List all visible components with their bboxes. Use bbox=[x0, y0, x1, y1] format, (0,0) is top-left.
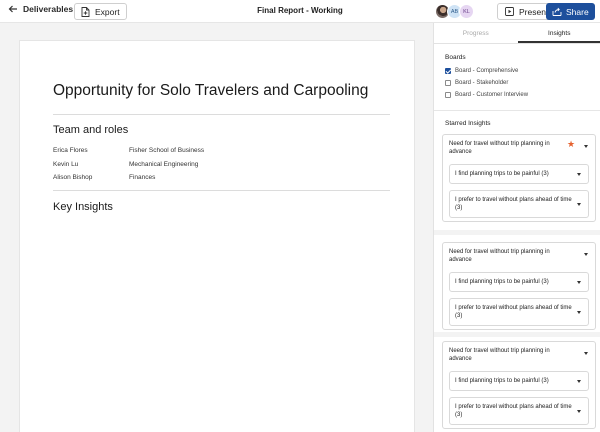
insight-item-text: I prefer to travel without plans ahead o… bbox=[455, 404, 572, 418]
report-title[interactable]: Opportunity for Solo Travelers and Carpo… bbox=[53, 82, 368, 100]
divider bbox=[434, 230, 600, 235]
export-label: Export bbox=[95, 6, 120, 17]
share-button[interactable]: Share bbox=[546, 3, 595, 20]
member-name[interactable]: Erica Flores bbox=[53, 147, 129, 154]
share-icon bbox=[552, 7, 562, 16]
insight-title[interactable]: Need for travel without trip planning in… bbox=[449, 248, 567, 264]
top-bar: Deliverables Export Final Report - Worki… bbox=[0, 0, 600, 23]
insight-item[interactable]: I find planning trips to be painful (3) bbox=[449, 272, 589, 292]
present-icon bbox=[505, 7, 514, 16]
insight-item-text: I prefer to travel without plans ahead o… bbox=[455, 305, 572, 319]
arrow-left-icon bbox=[8, 5, 17, 13]
member-role[interactable]: Mechanical Engineering bbox=[129, 161, 198, 168]
panel-tabs: Progress Insights bbox=[434, 23, 600, 44]
avatar-kl[interactable]: KL bbox=[459, 4, 474, 19]
team-member-row: Alison Bishop Finances bbox=[53, 171, 204, 185]
divider bbox=[53, 190, 390, 191]
member-role[interactable]: Fisher School of Business bbox=[129, 147, 204, 154]
insight-item-text: I find planning trips to be painful (3) bbox=[455, 279, 549, 285]
chevron-down-icon[interactable] bbox=[584, 253, 588, 256]
starred-insights-label: Starred Insights bbox=[445, 120, 491, 127]
document-canvas: Opportunity for Solo Travelers and Carpo… bbox=[0, 23, 433, 432]
board-stakeholder-checkbox[interactable]: Board - Stakeholder bbox=[445, 80, 508, 86]
chevron-down-icon[interactable] bbox=[577, 379, 581, 383]
chevron-down-icon[interactable] bbox=[577, 280, 581, 284]
team-roles-table: Erica Flores Fisher School of Business K… bbox=[53, 144, 204, 185]
key-insights-heading[interactable]: Key Insights bbox=[53, 201, 113, 213]
export-button[interactable]: Export bbox=[74, 3, 127, 20]
share-label: Share bbox=[566, 6, 589, 17]
team-member-row: Erica Flores Fisher School of Business bbox=[53, 144, 204, 158]
insight-item[interactable]: I prefer to travel without plans ahead o… bbox=[449, 190, 589, 218]
board-comprehensive-checkbox[interactable]: Board - Comprehensive bbox=[445, 68, 518, 74]
board-label: Board - Customer Interview bbox=[455, 92, 529, 98]
checkbox-unchecked[interactable] bbox=[445, 92, 451, 98]
team-heading[interactable]: Team and roles bbox=[53, 124, 128, 136]
back-label: Deliverables bbox=[23, 4, 74, 14]
star-icon[interactable]: ★ bbox=[567, 139, 575, 150]
board-label: Board - Stakeholder bbox=[455, 80, 509, 86]
insight-item[interactable]: I prefer to travel without plans ahead o… bbox=[449, 397, 589, 425]
boards-label: Boards bbox=[445, 54, 466, 61]
insights-panel: Progress Insights Boards Board - Compreh… bbox=[433, 23, 600, 432]
team-member-row: Kevin Lu Mechanical Engineering bbox=[53, 158, 204, 172]
divider bbox=[434, 110, 600, 111]
chevron-down-icon[interactable] bbox=[577, 202, 581, 206]
chevron-down-icon[interactable] bbox=[577, 409, 581, 413]
divider bbox=[53, 114, 390, 115]
board-label: Board - Comprehensive bbox=[455, 68, 519, 74]
document-icon bbox=[81, 6, 90, 17]
report-page[interactable]: Opportunity for Solo Travelers and Carpo… bbox=[19, 40, 415, 432]
insight-card[interactable]: Need for travel without trip planning in… bbox=[442, 134, 596, 222]
insight-item-text: I find planning trips to be painful (3) bbox=[455, 171, 549, 177]
checkbox-unchecked[interactable] bbox=[445, 80, 451, 86]
chevron-down-icon[interactable] bbox=[577, 310, 581, 314]
member-role[interactable]: Finances bbox=[129, 174, 155, 181]
divider bbox=[434, 332, 600, 337]
insight-card[interactable]: Need for travel without trip planning in… bbox=[442, 242, 596, 330]
back-to-deliverables-link[interactable]: Deliverables bbox=[8, 4, 73, 14]
insight-item[interactable]: I find planning trips to be painful (3) bbox=[449, 371, 589, 391]
insight-item[interactable]: I find planning trips to be painful (3) bbox=[449, 164, 589, 184]
insight-item-text: I find planning trips to be painful (3) bbox=[455, 378, 549, 384]
insight-title[interactable]: Need for travel without trip planning in… bbox=[449, 347, 567, 363]
board-customer-interview-checkbox[interactable]: Board - Customer Interview bbox=[445, 92, 528, 98]
tab-insights[interactable]: Insights bbox=[517, 23, 600, 43]
tab-progress[interactable]: Progress bbox=[434, 23, 518, 43]
insight-item-text: I prefer to travel without plans ahead o… bbox=[455, 197, 572, 211]
present-label: Present bbox=[519, 6, 549, 17]
checkbox-checked[interactable] bbox=[445, 68, 451, 74]
member-name[interactable]: Alison Bishop bbox=[53, 174, 129, 181]
insight-title[interactable]: Need for travel without trip planning in… bbox=[449, 140, 567, 156]
chevron-down-icon[interactable] bbox=[577, 172, 581, 176]
insight-item[interactable]: I prefer to travel without plans ahead o… bbox=[449, 298, 589, 326]
member-name[interactable]: Kevin Lu bbox=[53, 161, 129, 168]
insight-card[interactable]: Need for travel without trip planning in… bbox=[442, 341, 596, 429]
collaborator-avatars: AB KL bbox=[435, 4, 474, 19]
chevron-down-icon[interactable] bbox=[584, 352, 588, 355]
chevron-down-icon[interactable] bbox=[584, 145, 588, 148]
